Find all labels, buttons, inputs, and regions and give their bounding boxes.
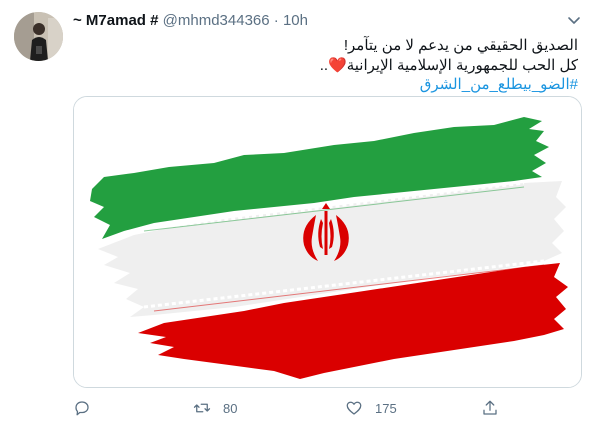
- avatar-photo-icon: [14, 12, 63, 61]
- more-options-chevron-icon[interactable]: [566, 12, 582, 28]
- separator-dot: ·: [273, 12, 279, 29]
- like-button[interactable]: 175: [345, 396, 397, 420]
- like-count: 175: [375, 400, 397, 416]
- display-name[interactable]: ~ M7amad #: [73, 12, 158, 29]
- tweet-text: الصديق الحقيقي من يدعم لا من يتآمر! كل ا…: [73, 36, 578, 95]
- tweet-media-image[interactable]: [73, 96, 582, 388]
- timestamp[interactable]: 10h: [283, 12, 308, 29]
- tweet-card[interactable]: ~ M7amad # @mhmd344366 · 10h الصديق الحق…: [0, 0, 598, 426]
- retweet-count: 80: [223, 400, 238, 416]
- tweet-text-line-2: كل الحب للجمهورية الإسلامية الإيرانية❤️.…: [73, 56, 578, 76]
- trailing-dots: ..: [319, 56, 329, 74]
- tweet-text-line-1: الصديق الحقيقي من يدعم لا من يتآمر!: [343, 37, 578, 54]
- heart-icon: [346, 401, 362, 415]
- reply-button[interactable]: [73, 396, 103, 420]
- heart-emoji-icon: ❤️: [328, 56, 347, 74]
- retweet-button[interactable]: 80: [193, 396, 237, 420]
- iran-flag-image: [74, 97, 581, 387]
- hashtag-link[interactable]: #الضو_بيطلع_من_الشرق: [420, 76, 578, 93]
- reply-icon: [75, 401, 89, 416]
- user-handle[interactable]: @mhmd344366: [163, 12, 270, 29]
- share-icon: [483, 400, 497, 415]
- tweet-text-line-2-body: كل الحب للجمهورية الإسلامية الإيرانية: [346, 56, 578, 74]
- tweet-actions: 80 175: [73, 396, 580, 420]
- tweet-header: ~ M7amad # @mhmd344366 · 10h: [73, 12, 308, 29]
- retweet-icon: [193, 403, 211, 413]
- share-button[interactable]: [481, 396, 511, 420]
- avatar[interactable]: [14, 12, 63, 61]
